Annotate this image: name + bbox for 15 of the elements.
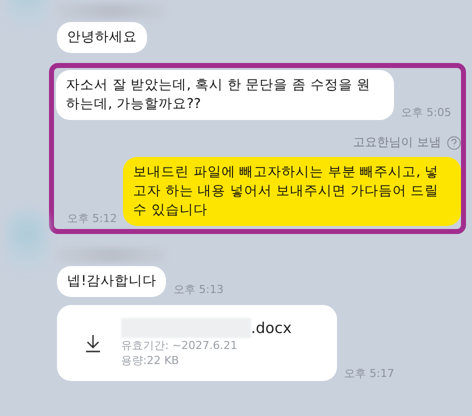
message-bubble: 보내드린 파일에 빼고자하시는 부분 빼주시고, 넣고자 하는 내용 넣어서 보내주시면 가다듬어 드릴 수 있습니다 <box>123 157 461 226</box>
file-name: .docx <box>251 319 292 337</box>
sender-label: 고요한님이 보냄 <box>353 134 441 151</box>
message-bubble: 넵!감사합니다 <box>57 266 166 297</box>
help-icon[interactable] <box>447 136 461 150</box>
message-time: 오후 5:17 <box>344 366 394 381</box>
message-time: 오후 5:05 <box>401 105 452 120</box>
file-size: 용량:22 KB <box>121 353 180 368</box>
file-card[interactable]: .docx 유효기간: ~2027.6.21 용량:22 KB <box>57 305 337 381</box>
message-bubble: 안녕하세요 <box>57 22 147 53</box>
message-time: 오후 5:13 <box>173 282 224 297</box>
download-icon[interactable] <box>83 333 103 353</box>
message-time: 오후 5:12 <box>66 211 117 226</box>
file-expiry: 유효기간: ~2027.6.21 <box>121 338 238 353</box>
message-bubble: 자소서 잘 받았는데, 혹시 한 문단을 좀 수정을 원하는데, 가능할까요?? <box>56 70 394 120</box>
